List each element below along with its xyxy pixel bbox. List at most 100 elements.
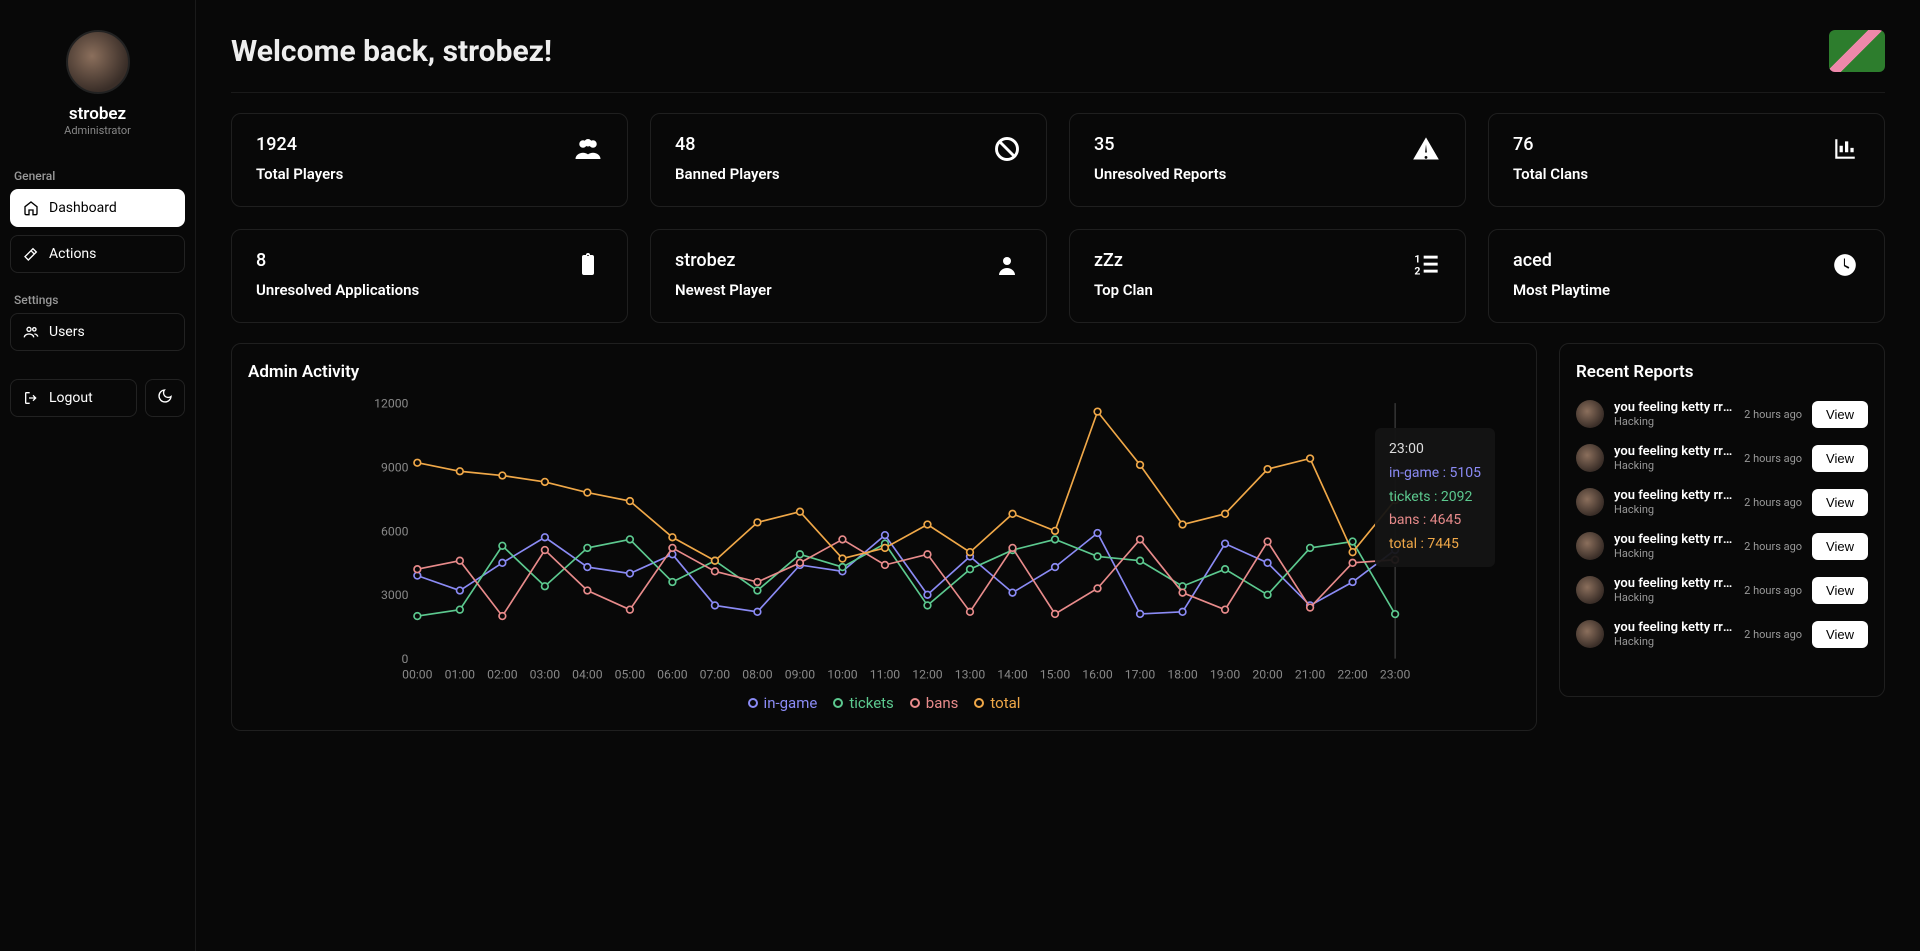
avatar [1576, 488, 1604, 516]
svg-text:22:00: 22:00 [1337, 668, 1368, 682]
stat-card[interactable]: 1924 Total Players [231, 113, 628, 207]
svg-text:0: 0 [402, 652, 409, 666]
chart-icon [1830, 134, 1860, 164]
stat-card[interactable]: 35 Unresolved Reports [1069, 113, 1466, 207]
divider [231, 92, 1885, 93]
report-title: you feeling ketty rrr... [1614, 444, 1734, 459]
tooltip-row: bans : 4645 [1389, 509, 1481, 533]
svg-text:02:00: 02:00 [487, 668, 518, 682]
legend-label: bans [926, 694, 959, 712]
svg-text:21:00: 21:00 [1295, 668, 1326, 682]
report-category: Hacking [1614, 591, 1734, 604]
logout-icon [23, 390, 39, 406]
svg-text:05:00: 05:00 [615, 668, 646, 682]
report-time: 2 hours ago [1744, 540, 1802, 553]
svg-text:17:00: 17:00 [1125, 668, 1156, 682]
report-time: 2 hours ago [1744, 584, 1802, 597]
view-button[interactable]: View [1812, 401, 1868, 428]
warning-icon [1411, 134, 1441, 164]
sidebar-item-users[interactable]: Users [10, 313, 185, 351]
svg-text:11:00: 11:00 [870, 668, 901, 682]
report-title: you feeling ketty rrr... [1614, 532, 1734, 547]
sidebar-item-actions[interactable]: Actions [10, 235, 185, 273]
legend-item[interactable]: tickets [833, 694, 893, 712]
report-category: Hacking [1614, 459, 1734, 472]
ban-icon [992, 134, 1022, 164]
stat-value: 1924 [256, 134, 343, 155]
logout-button[interactable]: Logout [10, 379, 137, 417]
home-icon [23, 200, 39, 216]
recent-reports-panel: Recent Reports you feeling ketty rrr... … [1559, 343, 1885, 697]
stat-value: 76 [1513, 134, 1588, 155]
view-button[interactable]: View [1812, 489, 1868, 516]
report-item: you feeling ketty rrr... Hacking 2 hours… [1576, 436, 1868, 480]
report-time: 2 hours ago [1744, 628, 1802, 641]
svg-text:14:00: 14:00 [997, 668, 1028, 682]
list-icon: 12 [1411, 250, 1441, 280]
view-button[interactable]: View [1812, 533, 1868, 560]
tooltip-time: 23:00 [1389, 438, 1481, 462]
legend-label: in-game [764, 694, 818, 712]
svg-text:19:00: 19:00 [1210, 668, 1241, 682]
report-category: Hacking [1614, 547, 1734, 560]
stat-label: Total Players [256, 165, 343, 183]
stat-label: Newest Player [675, 281, 772, 299]
stat-card[interactable]: 8 Unresolved Applications [231, 229, 628, 323]
section-settings-label: Settings [14, 293, 185, 307]
report-item: you feeling ketty rrr... Hacking 2 hours… [1576, 524, 1868, 568]
stat-value: 35 [1094, 134, 1226, 155]
section-general-label: General [14, 169, 185, 183]
header-mascot-image [1829, 30, 1885, 72]
avatar [1576, 576, 1604, 604]
sidebar-item-dashboard[interactable]: Dashboard [10, 189, 185, 227]
stat-value: 8 [256, 250, 419, 271]
theme-toggle-button[interactable] [145, 379, 185, 417]
clipboard-icon [573, 250, 603, 280]
svg-text:08:00: 08:00 [742, 668, 773, 682]
chart-area[interactable]: 03000600090001200000:0001:0002:0003:0004… [248, 392, 1520, 692]
report-item: you feeling ketty rrr... Hacking 2 hours… [1576, 480, 1868, 524]
avatar [1576, 620, 1604, 648]
reports-list[interactable]: you feeling ketty rrr... Hacking 2 hours… [1576, 392, 1876, 688]
view-button[interactable]: View [1812, 621, 1868, 648]
svg-text:13:00: 13:00 [955, 668, 986, 682]
report-category: Hacking [1614, 503, 1734, 516]
svg-text:16:00: 16:00 [1082, 668, 1113, 682]
svg-text:12000: 12000 [374, 397, 408, 411]
legend-item[interactable]: total [974, 694, 1020, 712]
stat-card[interactable]: 48 Banned Players [650, 113, 1047, 207]
sidebar-item-label: Actions [49, 246, 96, 262]
stat-label: Total Clans [1513, 165, 1588, 183]
stat-card[interactable]: zZz Top Clan 12 [1069, 229, 1466, 323]
report-time: 2 hours ago [1744, 452, 1802, 465]
stat-label: Most Playtime [1513, 281, 1610, 299]
logout-label: Logout [49, 390, 93, 406]
report-item: you feeling ketty rrr... Hacking 2 hours… [1576, 392, 1868, 436]
tooltip-row: total : 7445 [1389, 533, 1481, 557]
stats-grid: 1924 Total Players 48 Banned Players 35 … [231, 113, 1885, 323]
legend-label: tickets [849, 694, 893, 712]
moon-icon [157, 388, 173, 408]
svg-text:04:00: 04:00 [572, 668, 603, 682]
stat-card[interactable]: strobez Newest Player [650, 229, 1047, 323]
svg-text:00:00: 00:00 [402, 668, 433, 682]
view-button[interactable]: View [1812, 577, 1868, 604]
report-time: 2 hours ago [1744, 408, 1802, 421]
svg-text:12:00: 12:00 [912, 668, 943, 682]
stat-label: Banned Players [675, 165, 780, 183]
svg-text:15:00: 15:00 [1040, 668, 1071, 682]
svg-text:06:00: 06:00 [657, 668, 688, 682]
stat-card[interactable]: aced Most Playtime [1488, 229, 1885, 323]
users-icon [573, 134, 603, 164]
view-button[interactable]: View [1812, 445, 1868, 472]
svg-text:01:00: 01:00 [445, 668, 476, 682]
profile-block: strobez Administrator [10, 30, 185, 137]
svg-text:2: 2 [1414, 264, 1420, 277]
avatar [1576, 532, 1604, 560]
legend-dot-icon [748, 698, 758, 708]
svg-text:07:00: 07:00 [700, 668, 731, 682]
report-title: you feeling ketty rrr... [1614, 620, 1734, 635]
stat-card[interactable]: 76 Total Clans [1488, 113, 1885, 207]
legend-item[interactable]: in-game [748, 694, 818, 712]
legend-item[interactable]: bans [910, 694, 959, 712]
